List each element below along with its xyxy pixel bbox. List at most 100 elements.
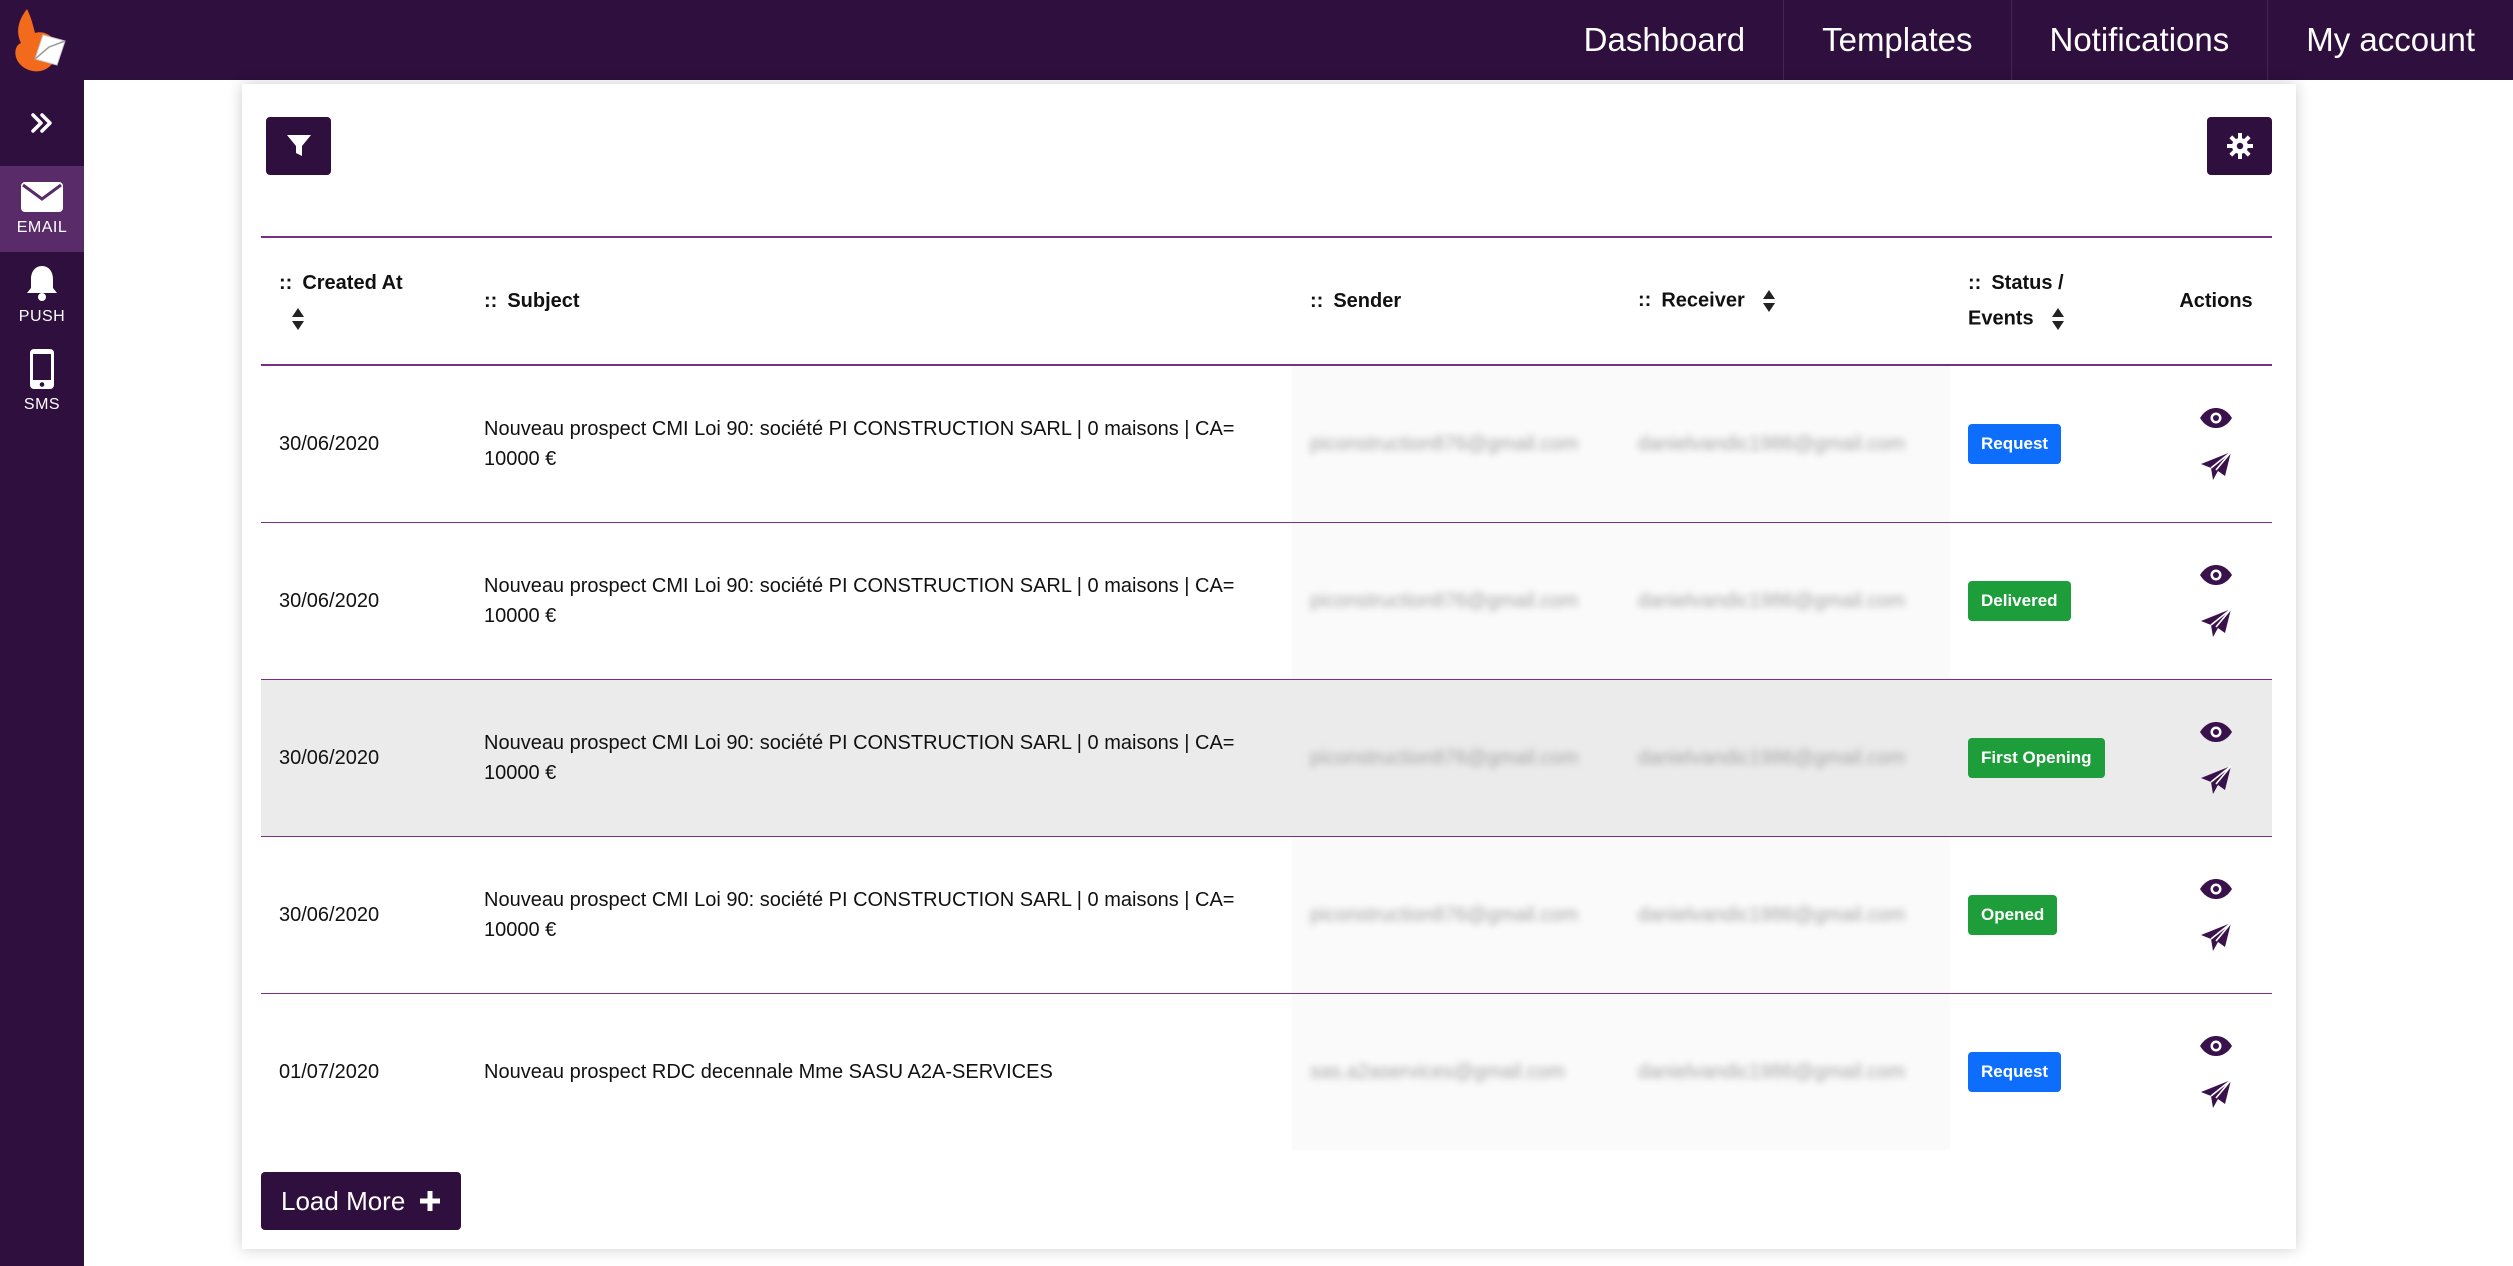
drag-handle[interactable]: :: [1638,289,1651,311]
table-row: 01/07/2020 Nouveau prospect RDC decennale… [261,993,2272,1151]
table-row: 30/06/2020 Nouveau prospect CMI Loi 90: s… [261,679,2272,837]
eye-icon [2200,408,2232,428]
view-button[interactable] [2199,1035,2233,1057]
nav-dashboard[interactable]: Dashboard [1546,0,1783,80]
table-header-row: :: Created At :: Subject :: Sender:: Re… [261,236,2272,366]
resend-button[interactable] [2200,922,2232,952]
sidebar-item-email[interactable]: EMAIL [0,166,84,252]
cell-receiver: danielvandic1986@gmail.com [1620,993,1950,1150]
drag-handle[interactable]: :: [279,272,292,294]
col-sender: :: Sender [1292,236,1620,366]
resend-button[interactable] [2200,765,2232,795]
cell-subject: Nouveau prospect RDC decennale Mme SASU … [484,1061,1053,1083]
sort-icon[interactable] [1762,289,1776,313]
paper-plane-icon [2201,765,2232,794]
status-badge: Request [1968,424,2062,464]
cell-subject: Nouveau prospect CMI Loi 90: société PI … [466,522,1292,680]
table-row: 30/06/2020 Nouveau prospect CMI Loi 90: s… [261,365,2272,523]
sidebar-item-label: PUSH [18,308,66,325]
app-logo[interactable] [0,0,80,80]
cell-actions [2160,679,2272,837]
cell-actions [2160,836,2272,994]
status-badge: First Opening [1968,738,2105,778]
eye-icon [2200,722,2232,742]
cell-actions [2160,522,2272,680]
col-actions: Actions [2160,236,2272,366]
eye-icon [2200,565,2232,585]
cell-sender: piconstruction876@gmail.com [1292,522,1620,680]
table-row: 30/06/2020 Nouveau prospect CMI Loi 90: s… [261,836,2272,994]
cell-status: Opened [1950,836,2160,994]
view-button[interactable] [2199,407,2233,429]
cell-created-at: 30/06/2020 [261,365,466,523]
load-more-button[interactable]: Load More [261,1172,462,1230]
cell-created-at: 30/06/2020 [261,679,466,837]
nav-my-account[interactable]: My account [2267,0,2513,80]
col-receiver[interactable]: :: Receiver [1620,236,1950,366]
top-navbar: Dashboard Templates Notifications My acc… [0,0,2513,80]
cell-subject: Nouveau prospect CMI Loi 90: société PI … [466,679,1292,837]
phone-icon [30,349,54,389]
cell-subject: Nouveau prospect CMI Loi 90: société PI … [466,836,1292,994]
paper-plane-icon [2201,1079,2232,1108]
cell-sender: piconstruction876@gmail.com [1292,679,1620,837]
cell-sender: sas.a2aservices@gmail.com [1292,993,1620,1150]
filter-button[interactable] [266,117,331,175]
cell-created-at: 01/07/2020 [279,1060,380,1083]
resend-button[interactable] [2200,1079,2232,1109]
cell-actions [2160,365,2272,523]
drag-handle[interactable]: :: [1968,272,1981,294]
envelope-icon [21,182,63,212]
paper-plane-icon [2201,451,2232,480]
sidebar-item-label: EMAIL [16,219,68,236]
resend-button[interactable] [2200,451,2232,481]
sidebar-item-push[interactable]: PUSH [0,252,84,338]
resend-button[interactable] [2200,608,2232,638]
nav-notifications[interactable]: Notifications [2010,0,2268,80]
email-log-card: :: Created At :: Subject :: Sender:: Re… [242,84,2296,1249]
sort-icon[interactable] [291,307,305,331]
drag-handle[interactable]: :: [1310,290,1323,312]
table-row: 30/06/2020 Nouveau prospect CMI Loi 90: s… [261,522,2272,680]
email-log-table: :: Created At :: Subject :: Sender:: Re… [261,236,2272,1150]
paper-plane-icon [2201,922,2232,951]
cell-status: Request [1950,994,2160,1151]
sidebar-item-sms[interactable]: SMS [0,338,84,424]
view-button[interactable] [2199,564,2233,586]
col-created-at[interactable]: :: Created At [261,236,466,366]
main-content: :: Created At :: Subject :: Sender:: Re… [84,80,2513,1266]
cell-subject: Nouveau prospect CMI Loi 90: société PI … [466,365,1292,523]
cell-status: First Opening [1950,679,2160,837]
nav-templates[interactable]: Templates [1783,0,2010,80]
cell-status: Request [1950,365,2160,523]
cell-sender: piconstruction876@gmail.com [1292,365,1620,523]
status-badge: Request [1968,1052,2062,1092]
sort-icon[interactable] [2051,307,2065,331]
cell-receiver: danielvandic1986@gmail.com [1620,679,1950,837]
gear-icon [2226,133,2253,159]
sidebar: EMAIL PUSH SMS [0,80,84,1266]
filter-icon [286,135,311,156]
cell-receiver: danielvandic1986@gmail.com [1620,365,1950,523]
cell-status: Delivered [1950,522,2160,680]
settings-button[interactable] [2207,117,2272,175]
sidebar-item-label: SMS [23,396,61,413]
main-nav: Dashboard Templates Notifications My acc… [1546,0,2513,80]
cell-created-at: 30/06/2020 [261,836,466,994]
cell-actions [2160,994,2272,1151]
cell-sender: piconstruction876@gmail.com [1292,836,1620,994]
sidebar-expand-button[interactable] [0,80,84,166]
double-chevron-right-icon [31,113,52,133]
col-subject: :: Subject [466,236,1292,366]
view-button[interactable] [2199,878,2233,900]
eye-icon [2200,879,2232,899]
cell-created-at: 30/06/2020 [261,522,466,680]
eye-icon [2200,1036,2232,1056]
paper-plane-icon [2201,608,2232,637]
drag-handle[interactable]: :: [484,290,497,312]
view-button[interactable] [2199,721,2233,743]
cell-receiver: danielvandic1986@gmail.com [1620,836,1950,994]
col-status-events[interactable]: :: Status / Events [1950,236,2160,366]
cell-receiver: danielvandic1986@gmail.com [1620,522,1950,680]
status-badge: Delivered [1968,581,2071,621]
